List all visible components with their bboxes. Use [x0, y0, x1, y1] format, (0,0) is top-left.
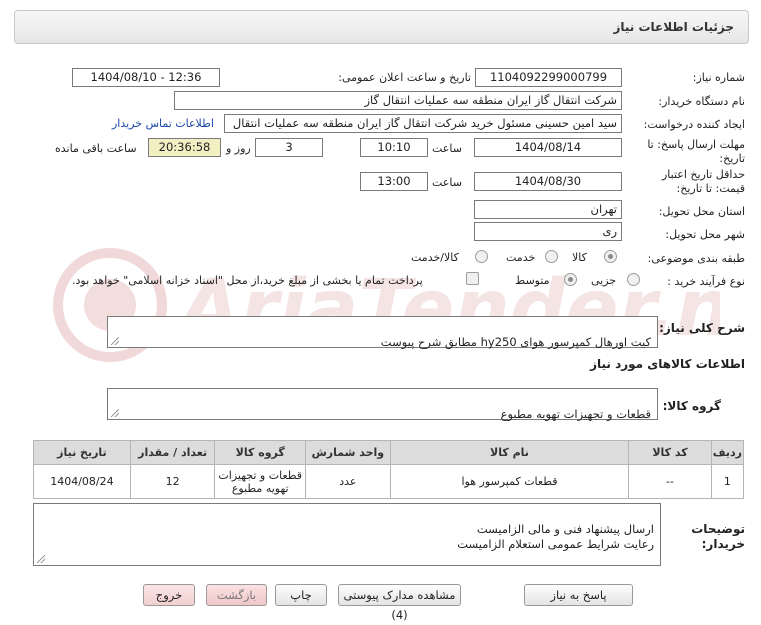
goods-info-title: اطلاعات کالاهای مورد نیاز	[590, 357, 745, 371]
header-panel: جزئیات اطلاعات نیاز	[14, 10, 749, 44]
resize-grip-icon[interactable]	[37, 555, 45, 563]
goods-group-field: قطعات و تجهیزات تهویه مطبوع	[107, 388, 658, 421]
cell-row: 1	[710, 464, 745, 499]
category-option-service: خدمت	[506, 251, 536, 264]
buyer-org-field: شرکت انتقال گاز ایران منطقه سه عملیات ان…	[174, 91, 622, 110]
page-title: جزئیات اطلاعات نیاز	[613, 20, 734, 34]
buyer-contact-link[interactable]: اطلاعات تماس خریدار	[112, 117, 214, 130]
exit-button[interactable]: خروج	[143, 584, 195, 606]
buyer-notes-label-1: توضیحات	[691, 522, 745, 536]
reply-deadline-date: 1404/08/14	[474, 138, 622, 157]
cell-qty: 12	[129, 464, 216, 499]
process-option-medium: متوسط	[515, 274, 550, 287]
requester-label: ایجاد کننده درخواست:	[643, 118, 745, 131]
reply-days-label: روز و	[226, 142, 251, 155]
process-radio-minor[interactable]	[627, 273, 640, 286]
need-number-field: 1104092299000799	[475, 68, 622, 87]
goods-group-text: قطعات و تجهیزات تهویه مطبوع	[500, 407, 651, 421]
process-radio-medium[interactable]	[564, 273, 577, 286]
print-button[interactable]: چاپ	[275, 584, 327, 606]
table-header-row: ردیف کد کالا نام کالا واحد شمارش گروه کا…	[33, 440, 745, 465]
summary-field: کیت اورهال کمپرسور هوای hy250 مطابق شرح …	[107, 316, 658, 349]
buyer-org-label: نام دستگاه خریدار:	[658, 95, 745, 108]
province-field: تهران	[474, 200, 622, 219]
province-label: استان محل تحویل:	[658, 205, 745, 218]
validity-label-2: قیمت: تا تاریخ:	[676, 182, 745, 195]
reply-button[interactable]: پاسخ به نیاز	[524, 584, 633, 606]
requester-field: سید امین حسینی مسئول خرید شرکت انتقال گا…	[224, 114, 622, 133]
reply-deadline-time-label: ساعت	[432, 142, 462, 155]
items-table: ردیف کد کالا نام کالا واحد شمارش گروه کا…	[33, 440, 745, 499]
watermark-logo: AriaTender.neT	[53, 248, 720, 362]
col-group-header: گروه کالا	[214, 440, 307, 465]
goods-group-label: گروه کالا:	[662, 399, 721, 413]
process-type-label: نوع فرآیند خرید :	[667, 275, 745, 288]
cell-date: 1404/08/24	[33, 464, 131, 499]
col-code-header: کد کالا	[628, 440, 712, 465]
col-qty-header: تعداد / مقدار	[129, 440, 216, 465]
cell-group: قطعات و تجهیزات تهویه مطبوع	[214, 464, 307, 499]
cell-name: قطعات کمپرسور هوا	[389, 464, 630, 499]
category-label: طبقه بندی موضوعی:	[647, 252, 745, 265]
announce-datetime-label: تاریخ و ساعت اعلان عمومی:	[338, 71, 471, 84]
category-radio-service[interactable]	[545, 250, 558, 263]
col-name-header: نام کالا	[389, 440, 630, 465]
validity-label-1: حداقل تاریخ اعتبار	[661, 168, 745, 181]
remaining-time-label: ساعت باقی مانده	[55, 142, 137, 155]
category-radio-both[interactable]	[475, 250, 488, 263]
view-documents-button[interactable]: مشاهده مدارک پیوستی (4)	[338, 584, 461, 622]
city-field: ری	[474, 222, 622, 241]
reply-deadline-label-1: مهلت ارسال پاسخ: تا	[647, 138, 745, 151]
back-button[interactable]: بازگشت	[206, 584, 267, 606]
category-radio-goods[interactable]	[604, 250, 617, 263]
process-option-minor: جزیی	[591, 274, 617, 287]
city-label: شهر محل تحویل:	[665, 228, 745, 241]
remaining-time-field: 20:36:58	[148, 138, 221, 157]
table-row: 1 -- قطعات کمپرسور هوا عدد قطعات و تجهیز…	[33, 464, 745, 499]
category-option-goods: کالا	[572, 251, 587, 264]
validity-time-label: ساعت	[432, 176, 462, 189]
treasury-payment-checkbox[interactable]	[466, 272, 479, 285]
reply-days-field: 3	[255, 138, 323, 157]
buyer-notes-field: ارسال پیشنهاد فنی و مالی الزامیست رعایت …	[33, 503, 661, 566]
category-option-both: کالا/خدمت	[411, 251, 459, 264]
cell-code: --	[628, 464, 712, 499]
col-date-header: تاریخ نیاز	[33, 440, 131, 465]
treasury-payment-note: پرداخت تمام یا بخشی از مبلغ خرید،از محل …	[72, 274, 423, 287]
need-number-label: شماره نیاز:	[692, 71, 745, 84]
reply-deadline-label-2: تاریخ:	[719, 152, 745, 165]
col-row-header: ردیف	[710, 440, 745, 465]
summary-text: کیت اورهال کمپرسور هوای hy250 مطابق شرح …	[380, 335, 651, 349]
buyer-notes-label-2: خریدار:	[701, 537, 745, 551]
cell-unit: عدد	[305, 464, 391, 499]
summary-label: شرح کلی نیاز:	[659, 321, 745, 335]
resize-grip-icon[interactable]	[111, 337, 119, 345]
reply-deadline-time: 10:10	[360, 138, 428, 157]
resize-grip-icon[interactable]	[111, 409, 119, 417]
col-unit-header: واحد شمارش	[305, 440, 391, 465]
validity-time: 13:00	[360, 172, 428, 191]
buyer-notes-text: ارسال پیشنهاد فنی و مالی الزامیست رعایت …	[457, 522, 654, 551]
validity-date: 1404/08/30	[474, 172, 622, 191]
announce-datetime-field: 1404/08/10 - 12:36	[72, 68, 220, 87]
